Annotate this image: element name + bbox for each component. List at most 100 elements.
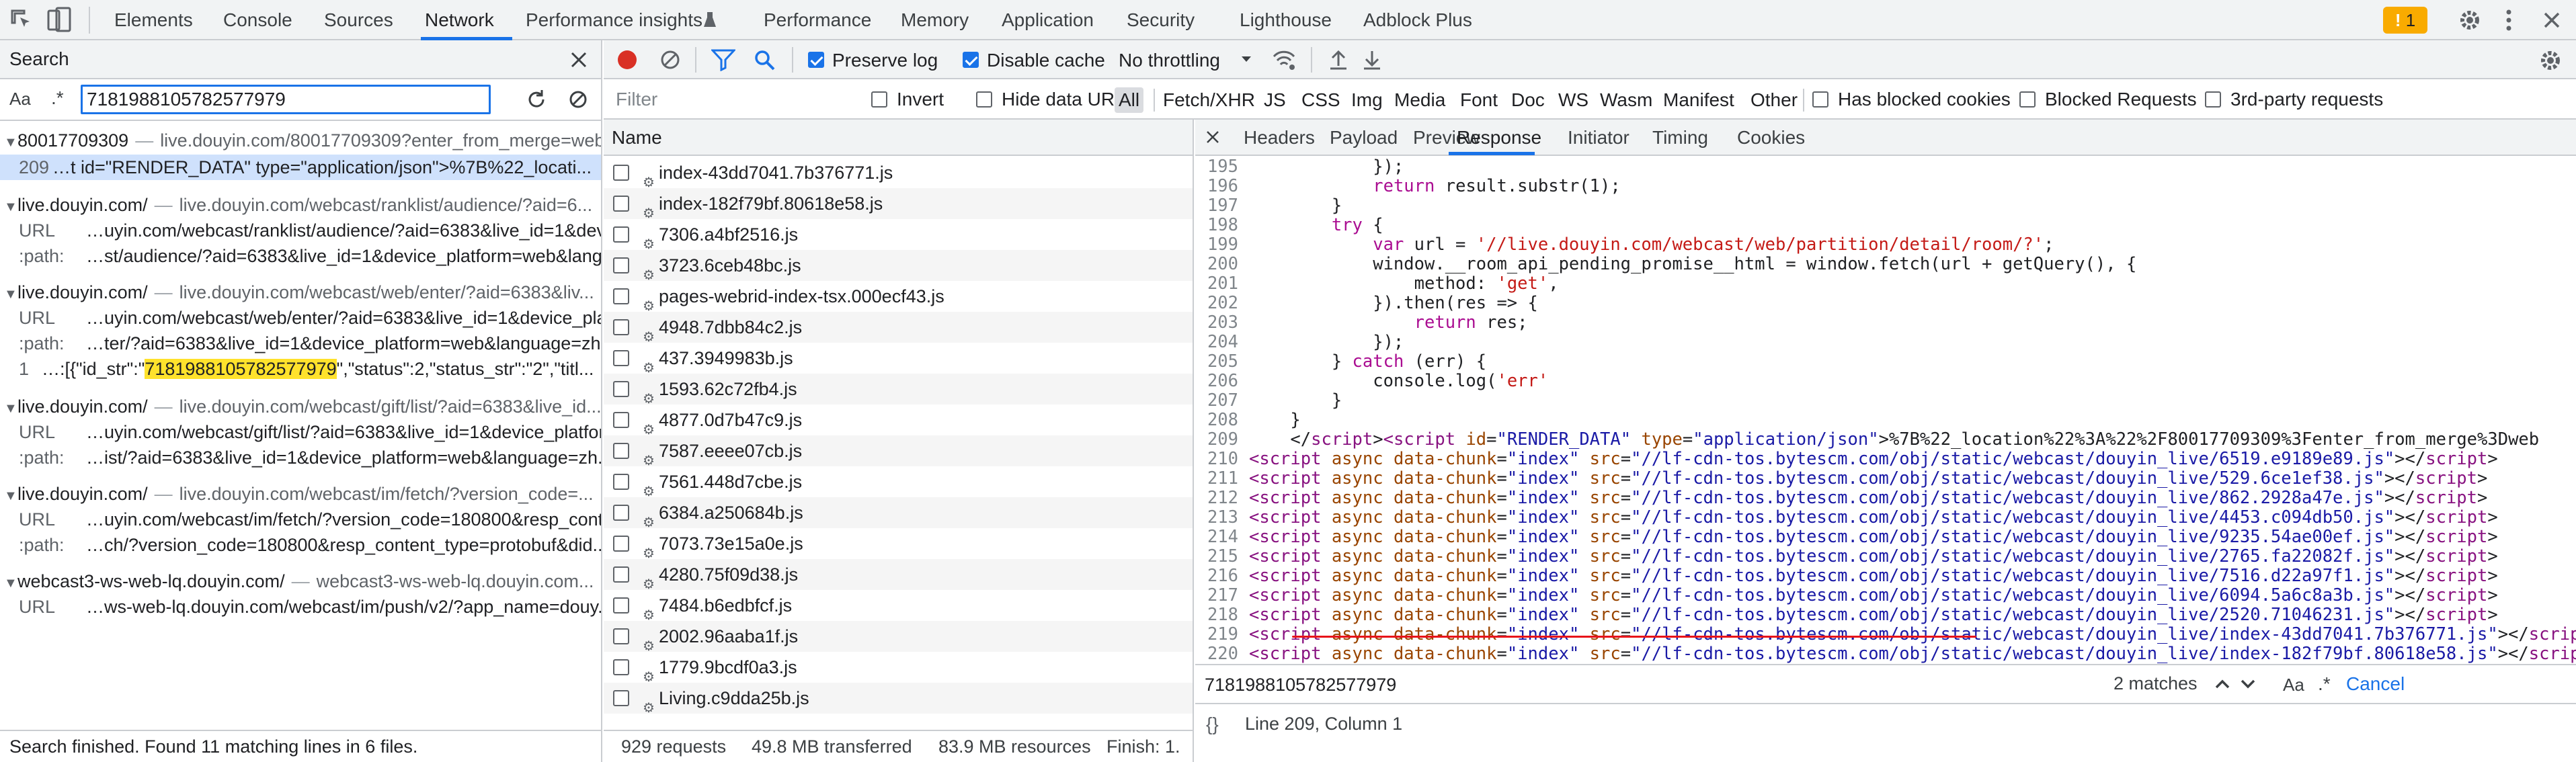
- type-filter-fetch-xhr[interactable]: Fetch/XHR: [1159, 87, 1259, 113]
- match-case-button[interactable]: Aa: [9, 89, 31, 110]
- search-result-file[interactable]: ▼webcast3-ws-web-lq.douyin.com/— webcast3…: [0, 568, 601, 594]
- request-row[interactable]: ⚙ 1779.9bcdf0a3.js: [604, 652, 1193, 683]
- search-result-line[interactable]: :path: …ist/?aid=6383&live_id=1&device_pl…: [0, 445, 601, 470]
- tab-application[interactable]: Application: [1002, 0, 1094, 39]
- request-row[interactable]: ⚙ 7484.b6edbfcf.js: [604, 590, 1193, 621]
- filter-input[interactable]: Filter: [612, 85, 874, 114]
- tab-lighthouse[interactable]: Lighthouse: [1240, 0, 1332, 39]
- network-conditions-icon[interactable]: [1272, 48, 1296, 71]
- tab-network[interactable]: Network: [425, 0, 494, 39]
- tab-response[interactable]: Response: [1457, 120, 1541, 155]
- request-row[interactable]: ⚙ 7306.a4bf2516.js: [604, 219, 1193, 250]
- issues-badge[interactable]: ! 1: [2383, 7, 2427, 34]
- network-settings-gear-icon[interactable]: [2538, 48, 2563, 73]
- third-party-requests-checkbox[interactable]: [2205, 91, 2221, 108]
- request-row[interactable]: ⚙ 7561.448d7cbe.js: [604, 466, 1193, 497]
- clear-log-icon[interactable]: [659, 48, 682, 71]
- request-row[interactable]: ⚙ pages-webrid-index-tsx.000ecf43.js: [604, 281, 1193, 312]
- type-filter-wasm[interactable]: Wasm: [1596, 87, 1656, 113]
- request-row[interactable]: ⚙ 3723.6ceb48bc.js: [604, 250, 1193, 281]
- request-checkbox[interactable]: [613, 412, 629, 428]
- request-checkbox[interactable]: [613, 690, 629, 706]
- tab-sources[interactable]: Sources: [324, 0, 393, 39]
- tab-performance[interactable]: Performance: [764, 0, 871, 39]
- request-checkbox[interactable]: [613, 474, 629, 490]
- request-checkbox[interactable]: [613, 226, 629, 243]
- tab-cookies[interactable]: Cookies: [1737, 120, 1805, 155]
- search-result-file[interactable]: ▼live.douyin.com/— live.douyin.com/webcas…: [0, 192, 601, 218]
- tab-adblock-plus[interactable]: Adblock Plus: [1363, 0, 1472, 39]
- close-search-icon[interactable]: [569, 50, 589, 70]
- invert-checkbox[interactable]: [871, 91, 887, 108]
- request-row[interactable]: ⚙ 6384.a250684b.js: [604, 497, 1193, 528]
- search-icon[interactable]: [753, 48, 776, 71]
- name-column-header[interactable]: Name: [604, 120, 1193, 156]
- import-har-icon[interactable]: [1328, 48, 1349, 71]
- search-result-line[interactable]: 1 …:[{"id_str":"7181988105782577979","sta…: [0, 356, 601, 382]
- regex-button[interactable]: .*: [51, 87, 64, 109]
- request-row[interactable]: ⚙ 4877.0d7b47c9.js: [604, 405, 1193, 435]
- tab-timing[interactable]: Timing: [1652, 120, 1708, 155]
- type-filter-css[interactable]: CSS: [1297, 87, 1344, 113]
- search-result-file[interactable]: ▼live.douyin.com/— live.douyin.com/webcas…: [0, 481, 601, 507]
- find-regex-button[interactable]: .*: [2318, 673, 2331, 695]
- cancel-find-button[interactable]: Cancel: [2346, 673, 2405, 695]
- search-result-line[interactable]: :path: …st/audience/?aid=6383&live_id=1&d…: [0, 243, 601, 269]
- search-result-line[interactable]: URL …uyin.com/webcast/web/enter/?aid=6383…: [0, 305, 601, 331]
- inspect-element-icon[interactable]: [9, 8, 34, 32]
- tab-initiator[interactable]: Initiator: [1568, 120, 1629, 155]
- request-checkbox[interactable]: [613, 350, 629, 366]
- request-checkbox[interactable]: [613, 381, 629, 397]
- tab-performance-insights[interactable]: Performance insights: [526, 0, 702, 39]
- tab-memory[interactable]: Memory: [901, 0, 969, 39]
- search-result-line[interactable]: URL …uyin.com/webcast/im/fetch/?version_c…: [0, 507, 601, 532]
- find-match-case-button[interactable]: Aa: [2283, 675, 2304, 695]
- request-checkbox[interactable]: [613, 443, 629, 459]
- search-result-file[interactable]: ▼80017709309— live.douyin.com/80017709309…: [0, 128, 601, 153]
- request-row[interactable]: ⚙ 7587.eeee07cb.js: [604, 435, 1193, 466]
- close-devtools-icon[interactable]: [2541, 9, 2563, 31]
- search-result-file[interactable]: ▼live.douyin.com/— live.douyin.com/webcas…: [0, 394, 601, 419]
- throttling-select[interactable]: No throttling: [1119, 50, 1220, 71]
- type-filter-js[interactable]: JS: [1260, 87, 1290, 113]
- tab-elements[interactable]: Elements: [114, 0, 193, 39]
- type-filter-manifest[interactable]: Manifest: [1659, 87, 1738, 113]
- request-checkbox[interactable]: [613, 566, 629, 583]
- next-match-icon[interactable]: [2240, 677, 2256, 691]
- record-icon[interactable]: [616, 48, 639, 71]
- find-input[interactable]: 7181988105782577979: [1205, 672, 1396, 697]
- tab-security[interactable]: Security: [1127, 0, 1195, 39]
- tab-payload[interactable]: Payload: [1330, 120, 1398, 155]
- settings-gear-icon[interactable]: [2458, 8, 2482, 32]
- pretty-print-button[interactable]: {}: [1206, 714, 1219, 735]
- refresh-icon[interactable]: [526, 89, 547, 110]
- search-result-line[interactable]: 209 …t id="RENDER_DATA" type="application…: [0, 155, 601, 180]
- type-filter-doc[interactable]: Doc: [1507, 87, 1549, 113]
- request-checkbox[interactable]: [613, 505, 629, 521]
- search-result-line[interactable]: URL …uyin.com/webcast/ranklist/audience/?…: [0, 218, 601, 243]
- response-source-view[interactable]: 195 }); 196 return result.substr(1); 197 }…: [1195, 156, 2576, 664]
- request-checkbox[interactable]: [613, 659, 629, 675]
- search-result-line[interactable]: :path: …ter/?aid=6383&live_id=1&device_pl…: [0, 331, 601, 356]
- request-checkbox[interactable]: [613, 536, 629, 552]
- clear-search-icon[interactable]: [567, 89, 589, 110]
- request-checkbox[interactable]: [613, 628, 629, 644]
- close-detail-icon[interactable]: [1205, 129, 1221, 145]
- hide-data-urls-checkbox[interactable]: [976, 91, 992, 108]
- previous-match-icon[interactable]: [2214, 677, 2230, 691]
- request-checkbox[interactable]: [613, 196, 629, 212]
- request-row[interactable]: ⚙ 437.3949983b.js: [604, 343, 1193, 374]
- preserve-log-checkbox[interactable]: [808, 52, 824, 68]
- request-row[interactable]: ⚙ 7073.73e15a0e.js: [604, 528, 1193, 559]
- device-toolbar-icon[interactable]: [47, 7, 71, 34]
- type-filter-img[interactable]: Img: [1347, 87, 1387, 113]
- disable-cache-checkbox[interactable]: [963, 52, 979, 68]
- request-checkbox[interactable]: [613, 257, 629, 273]
- request-row[interactable]: ⚙ 2002.96aaba1f.js: [604, 621, 1193, 652]
- request-row[interactable]: ⚙ 4948.7dbb84c2.js: [604, 312, 1193, 343]
- tab-headers[interactable]: Headers: [1244, 120, 1315, 155]
- request-checkbox[interactable]: [613, 165, 629, 181]
- type-filter-ws[interactable]: WS: [1554, 87, 1593, 113]
- request-checkbox[interactable]: [613, 319, 629, 335]
- filter-funnel-icon[interactable]: [711, 48, 735, 71]
